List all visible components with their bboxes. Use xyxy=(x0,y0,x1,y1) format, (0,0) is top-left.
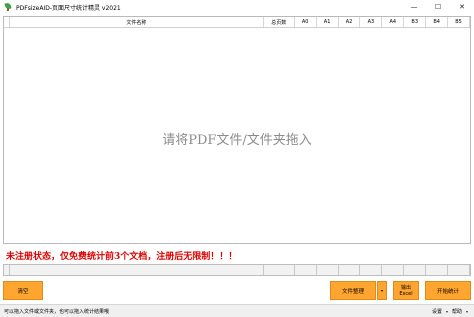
status-menu: 设置 ▾ 帮助 ▾ xyxy=(432,305,468,317)
window-title: PDFsizeAID-页面尺寸统计精灵 v2021 xyxy=(16,4,121,12)
settings-dropdown-icon[interactable]: ▾ xyxy=(446,309,448,314)
totals-cell xyxy=(404,265,427,275)
column-header-a2[interactable]: A2 xyxy=(339,17,361,27)
totals-cell xyxy=(10,265,264,275)
start-statistics-button[interactable]: 开始统计 xyxy=(425,281,471,300)
column-header-b5[interactable]: B5 xyxy=(448,17,470,27)
column-header-b3[interactable]: B3 xyxy=(404,17,427,27)
column-header-a3[interactable]: A3 xyxy=(360,17,383,27)
totals-cell xyxy=(426,265,449,275)
column-header-total-pages[interactable]: 总页数 xyxy=(264,17,295,27)
column-header-name[interactable]: 文件名称 xyxy=(10,17,264,27)
maximize-icon[interactable]: ☐ xyxy=(426,0,450,14)
file-grid[interactable]: 文件名称 总页数 A0 A1 A2 A3 A4 B3 B4 B5 请将PDF文件… xyxy=(3,16,471,244)
totals-cell xyxy=(339,265,361,275)
column-header-a4[interactable]: A4 xyxy=(382,17,405,27)
clear-button[interactable]: 清空 xyxy=(3,281,43,300)
app-leaf-icon xyxy=(4,2,12,11)
totals-cell xyxy=(264,265,295,275)
title-bar: PDFsizeAID-页面尺寸统计精灵 v2021 — ☐ ✕ xyxy=(0,0,474,14)
window-controls: — ☐ ✕ xyxy=(402,0,474,14)
close-icon[interactable]: ✕ xyxy=(450,0,474,14)
help-menu[interactable]: 帮助 xyxy=(452,308,462,315)
help-dropdown-icon[interactable]: ▾ xyxy=(466,309,468,314)
column-header-b4[interactable]: B4 xyxy=(426,17,449,27)
totals-row xyxy=(3,264,471,276)
file-organize-dropdown-icon[interactable]: ▾ xyxy=(377,281,387,300)
file-organize-button[interactable]: 文件整理 xyxy=(330,281,376,300)
export-excel-button[interactable]: 输出 Excel xyxy=(393,281,419,300)
column-header-a0[interactable]: A0 xyxy=(295,17,317,27)
grid-header: 文件名称 总页数 A0 A1 A2 A3 A4 B3 B4 B5 xyxy=(4,17,470,28)
minimize-icon[interactable]: — xyxy=(402,0,426,14)
totals-cell xyxy=(448,265,470,275)
status-bar: 可以拖入文件或文件夹，也可以拖入统计结果哦 设置 ▾ 帮助 ▾ xyxy=(0,304,474,317)
column-header-a1[interactable]: A1 xyxy=(317,17,339,27)
drop-hint: 请将PDF文件/文件夹拖入 xyxy=(162,133,312,148)
totals-cell xyxy=(360,265,383,275)
export-label-line2: Excel xyxy=(399,290,413,297)
settings-menu[interactable]: 设置 xyxy=(432,308,442,315)
totals-cell xyxy=(317,265,339,275)
status-text: 可以拖入文件或文件夹，也可以拖入统计结果哦 xyxy=(4,308,110,315)
totals-cell xyxy=(382,265,405,275)
unregistered-warning: 未注册状态，仅免费统计前3个文档，注册后无限制！！！ xyxy=(6,252,238,262)
totals-cell xyxy=(295,265,317,275)
